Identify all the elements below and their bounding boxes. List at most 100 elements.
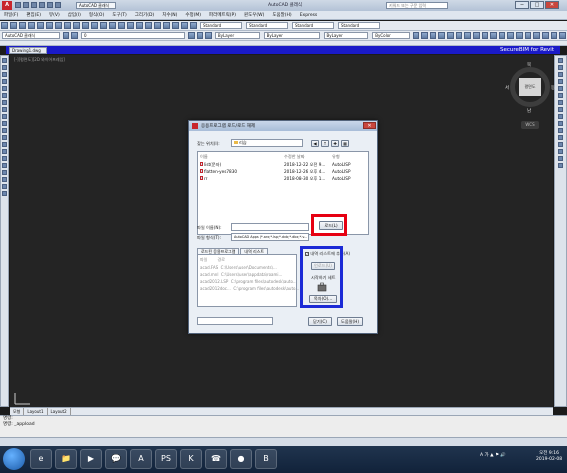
table-row[interactable]: acad2012.LSP C:\program files\autodesk\a… (200, 279, 297, 284)
layer-previous-icon[interactable] (196, 32, 204, 39)
polygon-icon[interactable] (2, 79, 7, 84)
help-button[interactable]: 도움말(H) (337, 317, 363, 326)
undo-icon[interactable] (39, 2, 45, 8)
compass-north[interactable]: 북 (527, 62, 531, 68)
table-style-combo[interactable]: Standard (292, 22, 334, 29)
draw-icon[interactable] (490, 32, 497, 39)
minimize-button[interactable]: ─ (515, 1, 529, 9)
filetype-combo[interactable]: AutoCAD Apps (*.arx;*.lsp;*.dvb;*.dbx;*.… (231, 233, 309, 241)
compass-west[interactable]: 서 (505, 85, 509, 91)
revcloud-icon[interactable] (2, 107, 7, 112)
column-path[interactable]: 경로 (218, 257, 225, 262)
draw-icon[interactable] (524, 32, 532, 39)
zoom-window-icon[interactable] (127, 22, 134, 29)
extend-icon[interactable] (558, 128, 563, 133)
add-selected-icon[interactable] (2, 191, 7, 196)
menu-edit[interactable]: 편집(E) (22, 11, 45, 20)
print-icon[interactable] (55, 2, 61, 8)
table-row[interactable]: acad.mnl C:\Users\user\appdata\roami... (200, 272, 282, 277)
zoom-previous-icon[interactable] (136, 22, 143, 29)
system-tray[interactable]: A 가 ▲ ⚑ 🔊 (480, 452, 506, 458)
mleader-style-combo[interactable]: Standard (338, 22, 380, 29)
scale-icon[interactable] (558, 107, 563, 112)
menu-draw[interactable]: 그리기(D) (131, 11, 158, 20)
new-folder-icon[interactable]: ✚ (331, 140, 339, 147)
viewport-label[interactable]: [-][평면도][2D 와이어프레임] (14, 57, 65, 63)
paste-icon[interactable] (73, 22, 80, 29)
make-block-icon[interactable] (2, 142, 7, 147)
column-date[interactable]: 수정한 날짜 (284, 154, 305, 160)
new-icon[interactable] (1, 22, 8, 29)
photoshop-taskbar-button[interactable]: PS (155, 449, 177, 469)
menu-window[interactable]: 윈도우(W) (240, 11, 268, 20)
copy-icon[interactable] (64, 22, 71, 29)
tool-palettes-icon[interactable] (163, 22, 170, 29)
compass-east[interactable]: 동 (551, 85, 555, 91)
redo-icon[interactable] (47, 2, 53, 8)
draw-icon[interactable] (447, 32, 454, 39)
draw-icon[interactable] (481, 32, 489, 39)
tab-drawing1[interactable]: Drawing1.dwg (9, 47, 47, 54)
draw-icon[interactable] (438, 32, 446, 39)
properties-icon[interactable] (145, 22, 152, 29)
color-combo[interactable]: ByLayer (214, 32, 260, 39)
insert-block-icon[interactable] (2, 135, 7, 140)
table-row[interactable]: acad2012doc... C:\program files\autodesk… (200, 286, 299, 291)
mtext-icon[interactable] (2, 184, 7, 189)
draw-icon[interactable] (421, 32, 428, 39)
draw-icon[interactable] (412, 32, 420, 39)
wcs-menu[interactable]: WCS (521, 121, 539, 129)
lineweight-combo[interactable]: ByLayer (323, 32, 369, 39)
autocad-logo[interactable]: A (2, 1, 12, 10)
close-dialog-button[interactable]: 닫기(C) (308, 317, 332, 326)
spline-icon[interactable] (2, 114, 7, 119)
trim-icon[interactable] (558, 121, 563, 126)
column-file[interactable]: 파일 (200, 257, 207, 262)
plotstyle-combo[interactable]: ByColor (372, 32, 410, 39)
preview-icon[interactable] (37, 22, 44, 29)
hatch-icon[interactable] (2, 156, 7, 161)
gradient-icon[interactable] (2, 163, 7, 168)
list-item[interactable]: flatten-yes7830 2018-12-26 오후 4... AutoL… (200, 169, 366, 175)
kakao-taskbar-button[interactable]: K (180, 449, 202, 469)
filename-input[interactable] (231, 223, 309, 231)
media-taskbar-button[interactable]: ▶ (80, 449, 102, 469)
compass-south[interactable]: 남 (527, 108, 531, 114)
draw-icon[interactable] (541, 32, 549, 39)
workspace-selector[interactable]: AutoCAD 클래식 (76, 2, 116, 9)
chat-taskbar-button[interactable]: 💬 (105, 449, 127, 469)
look-in-combo[interactable]: 리습 (231, 139, 303, 147)
save-icon[interactable] (19, 22, 26, 29)
draw-icon[interactable] (533, 32, 540, 39)
dim-style-combo[interactable]: Standard (246, 22, 288, 29)
workspace-combo[interactable]: AutoCAD 클래식 (2, 32, 60, 39)
fillet-icon[interactable] (558, 156, 563, 161)
menu-tools[interactable]: 도구(T) (108, 11, 131, 20)
zoom-icon[interactable] (118, 22, 125, 29)
cut-icon[interactable] (55, 22, 62, 29)
draw-icon[interactable] (559, 32, 566, 39)
construction-line-icon[interactable] (2, 65, 7, 70)
move-icon[interactable] (558, 93, 563, 98)
join-icon[interactable] (558, 142, 563, 147)
column-name[interactable]: 이름 (200, 154, 208, 160)
maximize-button[interactable]: □ (530, 1, 544, 9)
circle-icon[interactable] (2, 100, 7, 105)
table-row[interactable]: acad.FAS C:\Users\user\Documents\... (200, 265, 277, 270)
tab-layout1[interactable]: Layout1 (24, 408, 48, 415)
print-icon[interactable] (28, 22, 35, 29)
menu-dimension[interactable]: 치수(N) (158, 11, 181, 20)
copy-object-icon[interactable] (558, 65, 563, 70)
workspace-settings-icon[interactable] (62, 32, 70, 39)
tab-model[interactable]: 모형 (10, 408, 25, 415)
back-icon[interactable]: ◀ (311, 140, 319, 147)
menu-parametric[interactable]: 파라메트릭(P) (205, 11, 240, 20)
menu-file[interactable]: 파일(F) (0, 11, 22, 20)
text-style-combo[interactable]: Standard (200, 22, 242, 29)
loaded-apps-list[interactable]: 파일 경로 acad.FAS C:\Users\user\Documents\.… (197, 254, 299, 307)
polyline-icon[interactable] (2, 72, 7, 77)
region-icon[interactable] (2, 170, 7, 175)
explode-icon[interactable] (558, 163, 563, 168)
draw-icon[interactable] (507, 32, 515, 39)
list-item[interactable]: list(문자) 2018-12-22 오전 9... AutoLISP (200, 162, 366, 168)
